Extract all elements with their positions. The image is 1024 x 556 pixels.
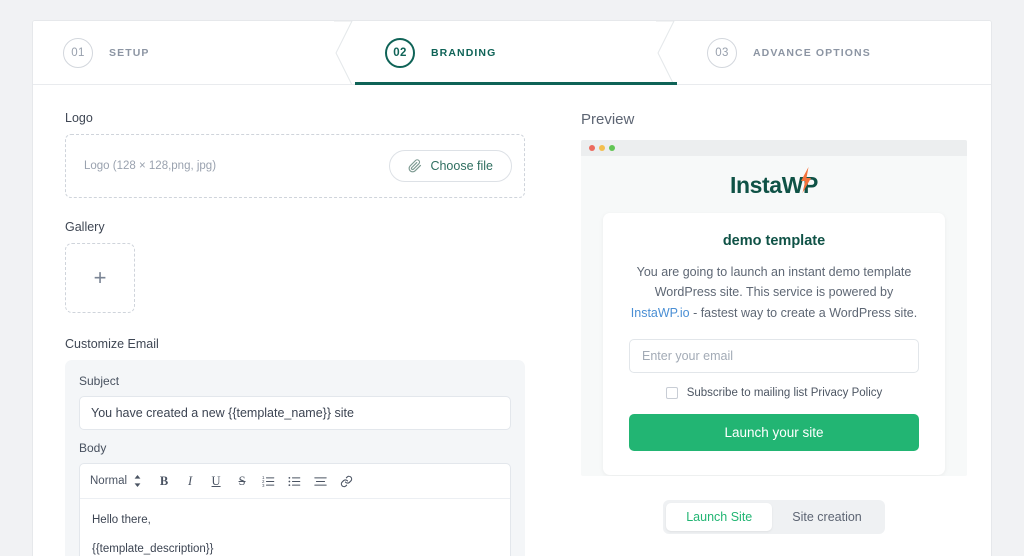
ordered-list-icon[interactable]: 123 (257, 471, 279, 491)
step-label: ADVANCE OPTIONS (753, 46, 871, 59)
window-minimize-dot (599, 145, 605, 151)
branding-form: Logo Logo (128 × 128,png, jpg) Choose fi… (33, 85, 557, 556)
step-setup[interactable]: 01 SETUP (33, 21, 355, 84)
editor-toolbar: Normal B I U S 123 (80, 464, 510, 499)
step-label: SETUP (109, 46, 150, 59)
step-number: 02 (385, 37, 415, 68)
body-label: Body (79, 441, 107, 455)
link-icon[interactable] (335, 471, 357, 491)
editor-content[interactable]: Hello there, {{template_description}} Yo… (80, 499, 510, 556)
step-advance-options[interactable]: 03 ADVANCE OPTIONS (677, 21, 991, 84)
lightning-bolt-icon (799, 167, 812, 193)
format-select[interactable]: Normal (90, 475, 149, 487)
align-icon[interactable] (309, 471, 331, 491)
page-root: 01 SETUP 02 BRANDING 03 ADVANCE OPTIONS (0, 0, 1024, 556)
launch-your-site-button[interactable]: Launch your site (629, 413, 919, 451)
step-arrow-icon (334, 21, 356, 84)
underline-icon[interactable]: U (205, 471, 227, 491)
toggle-launch-site[interactable]: Launch Site (666, 503, 773, 531)
subscribe-label: Subscribe to mailing list Privacy Policy (686, 386, 883, 399)
stepper: 01 SETUP 02 BRANDING 03 ADVANCE OPTIONS (33, 21, 991, 85)
logo-dropzone[interactable]: Logo (128 × 128,png, jpg) Choose file (65, 134, 525, 198)
instawp-link[interactable]: InstaWP.io (631, 306, 690, 320)
wizard-card: 01 SETUP 02 BRANDING 03 ADVANCE OPTIONS (32, 20, 992, 556)
logo-hint: Logo (128 × 128,png, jpg) (84, 160, 217, 172)
plus-icon: + (93, 265, 107, 290)
subscribe-row: Subscribe to mailing list Privacy Policy (629, 386, 919, 399)
description-part2: - fastest way to create a WordPress site… (689, 305, 918, 320)
gallery-add-button[interactable]: + (65, 243, 135, 313)
description-part1: You are going to launch an instant demo … (636, 265, 912, 300)
step-label: BRANDING (431, 46, 497, 59)
step-number: 01 (63, 37, 93, 68)
instawp-wordmark: InstaWP (730, 167, 818, 199)
window-close-dot (589, 145, 595, 151)
window-maximize-dot (609, 145, 615, 151)
strikethrough-icon[interactable]: S (231, 471, 253, 491)
preview-title: Preview (581, 111, 635, 128)
template-description: You are going to launch an instant demo … (629, 262, 919, 323)
rich-text-editor: Normal B I U S 123 Hello there, {{templa… (79, 463, 511, 556)
browser-mockup: InstaWP demo template You are going to l… (581, 140, 967, 476)
bold-icon[interactable]: B (153, 471, 175, 491)
choose-file-label: Choose file (430, 159, 493, 173)
email-input[interactable] (629, 338, 919, 373)
subject-label: Subject (79, 374, 120, 388)
wizard-body: Logo Logo (128 × 128,png, jpg) Choose fi… (33, 85, 991, 556)
chevron-updown-icon (134, 475, 141, 487)
customize-email-label: Customize Email (65, 337, 159, 351)
toggle-site-creation[interactable]: Site creation (772, 503, 881, 531)
template-title: demo template (722, 233, 826, 249)
logo-label: Logo (65, 111, 93, 125)
preview-toggle-group: Launch Site Site creation (663, 500, 885, 534)
format-select-label: Normal (90, 475, 128, 487)
bullet-list-icon[interactable] (283, 471, 305, 491)
browser-titlebar (581, 140, 967, 156)
customize-email-panel: Subject Body Normal B I U S (65, 360, 525, 556)
step-arrow-icon (656, 21, 678, 84)
gallery-label: Gallery (65, 220, 105, 234)
subject-input[interactable] (79, 396, 511, 430)
editor-line: Hello there, (92, 514, 151, 526)
preview-panel: Preview InstaWP demo template You are go… (557, 85, 991, 556)
editor-line: {{template_description}} (92, 543, 214, 555)
choose-file-button[interactable]: Choose file (389, 150, 512, 182)
subscribe-checkbox[interactable] (665, 386, 678, 399)
demo-template-card: demo template You are going to launch an… (603, 213, 945, 475)
brand-text-before: InstaW (730, 172, 804, 198)
preview-toggle-wrap: Launch Site Site creation (581, 500, 967, 534)
paperclip-icon (408, 159, 422, 173)
italic-icon[interactable]: I (179, 471, 201, 491)
step-number: 03 (707, 37, 737, 68)
svg-text:3: 3 (262, 482, 265, 487)
step-branding[interactable]: 02 BRANDING (355, 21, 678, 85)
brand-logo: InstaWP (581, 156, 967, 213)
